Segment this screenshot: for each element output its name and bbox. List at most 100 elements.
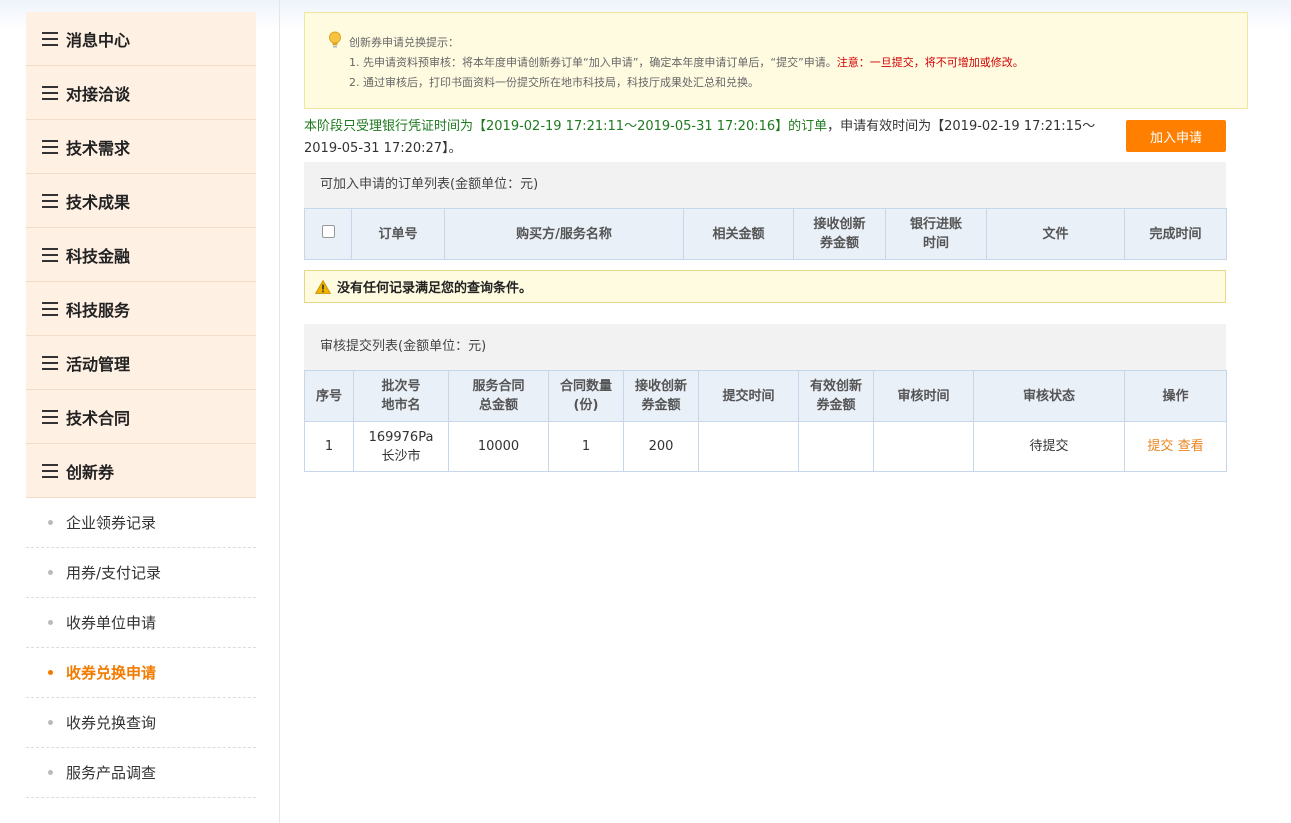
menu-label: 科技服务 xyxy=(66,300,131,320)
sub-item-receiver-apply[interactable]: 收券单位申请 xyxy=(26,598,256,648)
sidebar-divider xyxy=(279,0,280,823)
menu-item-tech-contract[interactable]: 技术合同 xyxy=(26,390,256,444)
select-all-checkbox[interactable] xyxy=(321,224,335,238)
lightbulb-icon xyxy=(329,31,341,48)
menu-icon xyxy=(42,301,58,316)
sub-label: 服务产品调查 xyxy=(66,764,157,782)
bullet-icon xyxy=(48,570,53,575)
cell-qty: 1 xyxy=(548,421,624,472)
menu-item-voucher[interactable]: 创新券 xyxy=(26,444,256,498)
submit-link[interactable]: 提交 xyxy=(1147,439,1173,454)
orders-header-row: 订单号 购买方/服务名称 相关金额 接收创新券金额 银行进账时间 文件 完成时间 xyxy=(304,208,1227,260)
col-bank-time: 银行进账时间 xyxy=(885,208,987,260)
cell-valid xyxy=(798,421,874,472)
bullet-icon xyxy=(48,520,53,525)
tip-line-1-text: 1. 先申请资料预审核：将本年度申请创新券订单“加入申请”，确定本年度申请订单后… xyxy=(349,56,837,69)
cell-batch: 169976Pa xyxy=(368,429,434,445)
sub-item-enterprise-records[interactable]: 企业领券记录 xyxy=(26,498,256,548)
empty-message-text: 没有任何记录满足您的查询条件。 xyxy=(337,281,533,296)
col-city-label: 地市名 xyxy=(381,398,421,413)
menu-icon xyxy=(42,463,58,478)
empty-message: 没有任何记录满足您的查询条件。 xyxy=(304,270,1226,303)
period-notice: 本阶段只受理银行凭证时间为【2019-02-19 17:21:11～2019-0… xyxy=(304,116,1116,160)
cell-batch-city: 169976Pa 长沙市 xyxy=(353,421,449,472)
cell-status: 待提交 xyxy=(973,421,1125,472)
col-file: 文件 xyxy=(986,208,1125,260)
col-order-no: 订单号 xyxy=(351,208,445,260)
bullet-icon xyxy=(48,720,53,725)
col-valid-label-a: 有效创新 xyxy=(809,379,862,394)
menu-icon xyxy=(42,355,58,370)
menu-icon xyxy=(42,31,58,46)
cell-city: 长沙市 xyxy=(381,448,421,464)
col-contract-total: 服务合同 总金额 xyxy=(448,370,549,422)
menu-icon xyxy=(42,85,58,100)
col-voucher-amount-label: 接收创新券金额 xyxy=(813,217,866,251)
period-green-text: 本阶段只受理银行凭证时间为【2019-02-19 17:21:11～2019-0… xyxy=(304,119,828,134)
col-recv-label-b: 券金额 xyxy=(641,398,681,413)
warning-icon xyxy=(315,279,331,294)
sub-label: 企业领券记录 xyxy=(66,514,157,532)
col-contract-label-b: 总金额 xyxy=(478,398,518,413)
menu-item-tech-results[interactable]: 技术成果 xyxy=(26,174,256,228)
col-contract-label-a: 服务合同 xyxy=(472,379,525,394)
cell-submit-time xyxy=(698,421,799,472)
select-all-cell xyxy=(304,208,352,260)
col-bank-time-label: 银行进账时间 xyxy=(909,217,962,251)
menu-item-tech-demand[interactable]: 技术需求 xyxy=(26,120,256,174)
col-qty-label-a: 合同数量 xyxy=(559,379,612,394)
tip-box: 创新券申请兑换提示： 1. 先申请资料预审核：将本年度申请创新券订单“加入申请”… xyxy=(304,12,1248,109)
menu-label: 活动管理 xyxy=(66,354,131,374)
menu-label: 技术成果 xyxy=(66,192,131,212)
cell-operations: 提交 查看 xyxy=(1124,421,1227,472)
menu-icon xyxy=(42,193,58,208)
orders-heading: 可加入申请的订单列表(金额单位：元) xyxy=(304,162,1226,208)
col-qty-label-b: (份) xyxy=(573,398,599,413)
sub-item-exchange-query[interactable]: 收券兑换查询 xyxy=(26,698,256,748)
col-submit-time: 提交时间 xyxy=(698,370,799,422)
sidebar: 消息中心 对接洽谈 技术需求 技术成果 科技金融 科技服务 活动管理 技术合同 … xyxy=(26,12,256,798)
sub-item-exchange-apply[interactable]: 收券兑换申请 xyxy=(26,648,256,698)
menu-label: 技术合同 xyxy=(66,408,131,428)
menu-icon xyxy=(42,139,58,154)
review-table: 序号 批次号 地市名 服务合同总金额 合同数量 (份) 接收创新券金额 提交时间 有… xyxy=(304,370,1227,472)
col-valid-voucher: 有效创新 券金额 xyxy=(798,370,874,422)
menu-icon xyxy=(42,409,58,424)
sub-item-payment-records[interactable]: 用券/支付记录 xyxy=(26,548,256,598)
col-valid-label-b: 券金额 xyxy=(816,398,856,413)
col-recv-voucher: 接收创新 券金额 xyxy=(623,370,699,422)
bullet-icon xyxy=(48,620,53,625)
menu-item-negotiation[interactable]: 对接洽谈 xyxy=(26,66,256,120)
sub-label: 用券/支付记录 xyxy=(66,564,162,582)
col-recv-label-a: 接收创新 xyxy=(634,379,687,394)
sub-item-product-survey[interactable]: 服务产品调查 xyxy=(26,748,256,798)
bullet-icon xyxy=(48,770,53,775)
menu-label: 消息中心 xyxy=(66,30,131,50)
col-batch-city: 批次号 地市名 xyxy=(353,370,449,422)
col-amount: 相关金额 xyxy=(683,208,794,260)
tip-line-1: 1. 先申请资料预审核：将本年度申请创新券订单“加入申请”，确定本年度申请订单后… xyxy=(329,53,1247,73)
menu-item-tech-finance[interactable]: 科技金融 xyxy=(26,228,256,282)
sub-label: 收券兑换申请 xyxy=(66,664,157,682)
view-link[interactable]: 查看 xyxy=(1178,439,1204,454)
menu-label: 科技金融 xyxy=(66,246,131,266)
col-voucher-amount: 接收创新券金额 xyxy=(793,208,886,260)
cell-recv: 200 xyxy=(623,421,699,472)
tip-title: 创新券申请兑换提示： xyxy=(349,36,459,49)
menu-item-messages[interactable]: 消息中心 xyxy=(26,12,256,66)
col-finish-time: 完成时间 xyxy=(1124,208,1227,260)
cell-review-time xyxy=(873,421,974,472)
review-heading: 审核提交列表(金额单位：元) xyxy=(304,324,1226,370)
menu-label: 创新券 xyxy=(66,462,115,482)
col-seq: 序号 xyxy=(304,370,354,422)
col-review-status: 审核状态 xyxy=(973,370,1125,422)
add-application-button[interactable]: 加入申请 xyxy=(1126,120,1226,152)
menu-label: 对接洽谈 xyxy=(66,84,131,104)
menu-item-activity[interactable]: 活动管理 xyxy=(26,336,256,390)
sub-label: 收券兑换查询 xyxy=(66,714,157,732)
menu-icon xyxy=(42,247,58,262)
menu-item-tech-service[interactable]: 科技服务 xyxy=(26,282,256,336)
review-header-row: 序号 批次号 地市名 服务合同总金额 合同数量 (份) 接收创新券金额 提交时间 有… xyxy=(304,370,1227,422)
col-review-time: 审核时间 xyxy=(873,370,974,422)
orders-table: 订单号 购买方/服务名称 相关金额 接收创新券金额 银行进账时间 文件 完成时间 xyxy=(304,208,1227,260)
